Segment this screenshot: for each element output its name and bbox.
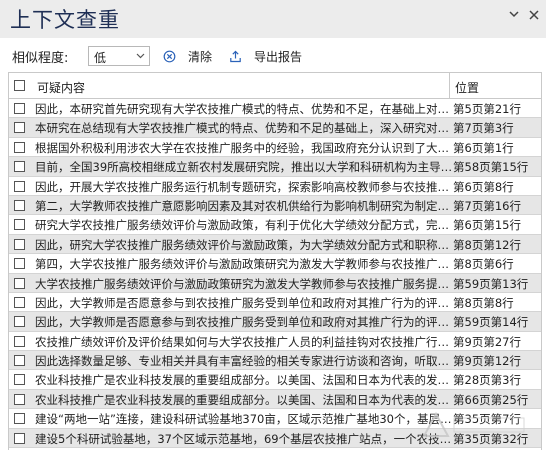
- clear-button[interactable]: 清除: [162, 46, 212, 66]
- toolbar: 相似程度: 低 清除 导出报告: [0, 38, 546, 74]
- row-checkbox[interactable]: [14, 296, 25, 308]
- row-checkbox[interactable]: [14, 103, 25, 114]
- row-checkbox[interactable]: [14, 122, 25, 134]
- table-row[interactable]: 农业科技推广是农业科技发展的重要组成部分。以美国、法国和日本为代表的发达... 第…: [9, 370, 541, 390]
- window-title: 上下文查重: [10, 8, 120, 32]
- export-report-button[interactable]: 导出报告: [228, 46, 302, 66]
- row-location: 第6页第1行: [453, 140, 514, 155]
- row-content: 根据国外积极利用涉农大学在农技推广服务中的经验，我国政府充分认识到了大学...: [35, 140, 453, 155]
- row-location: 第8页第6行: [453, 257, 514, 272]
- row-checkbox[interactable]: [14, 238, 25, 250]
- row-checkbox[interactable]: [14, 374, 25, 386]
- row-checkbox[interactable]: [14, 141, 25, 153]
- table-row[interactable]: 本研究在总结现有大学农技推广模式的特点、优势和不足的基础上，深入研究对大... 第…: [9, 118, 541, 138]
- row-location: 第58页第15行: [453, 160, 529, 175]
- row-content: 农技推广绩效评价及评价结果如何与大学农技推广人员的利益挂钩对农技推广行为的...: [35, 334, 453, 349]
- row-checkbox[interactable]: [14, 277, 25, 289]
- table-row[interactable]: 第二，大学教师农技推广意愿影响因素及其对农机供给行为影响机制研究为制定促... 第…: [9, 195, 541, 216]
- chevron-down-icon: [136, 48, 145, 67]
- table-row[interactable]: 目前，全国39所高校相继成立新农村发展研究院，推出以大学和科研机构为主导的...…: [9, 157, 541, 177]
- row-checkbox[interactable]: [14, 335, 25, 347]
- similarity-value: 低: [94, 51, 107, 65]
- close-icon[interactable]: [524, 6, 544, 26]
- table-row[interactable]: 建设“两地一站”连接，建设科研试验基地370亩，区域示范推广基地30个，基层农技…: [9, 409, 541, 429]
- row-checkbox[interactable]: [14, 180, 25, 192]
- row-content: 大学农技推广服务绩效评价与激励政策研究为激发大学教师参与农技推广服务提供...: [35, 276, 453, 291]
- row-location: 第66页第25行: [453, 392, 529, 407]
- row-location: 第8页第8行: [453, 295, 514, 310]
- row-location: 第59页第13行: [453, 276, 529, 291]
- row-location: 第9页第27行: [453, 334, 521, 349]
- table-row[interactable]: 农技推广绩效评价及评价结果如何与大学农技推广人员的利益挂钩对农技推广行为的...…: [9, 331, 541, 352]
- header-content: 可疑内容: [37, 81, 86, 95]
- row-location: 第28页第3行: [453, 373, 521, 388]
- row-location: 第35页第32行: [453, 431, 529, 446]
- select-all-checkbox[interactable]: [14, 80, 25, 91]
- table-row[interactable]: 因此，大学教师是否愿意参与到农技推广服务受到单位和政府对其推广行为的评价... 第…: [9, 292, 541, 313]
- row-content: 第四，大学农技推广服务绩效评价与激励政策研究为激发大学教师参与农技推广服...: [35, 257, 453, 272]
- row-location: 第7页第3行: [453, 121, 514, 136]
- row-checkbox[interactable]: [14, 413, 25, 425]
- export-upload-icon: [228, 49, 242, 63]
- table-body: 因此，本研究首先研究现有大学农技推广模式的特点、优势和不足，在基础上对大... 第…: [9, 99, 541, 449]
- clear-circle-icon: [162, 49, 176, 63]
- row-content: 因此，大学教师是否愿意参与到农技推广服务受到单位和政府对其推广行为的评价...: [35, 315, 453, 330]
- row-content: 目前，全国39所高校相继成立新农村发展研究院，推出以大学和科研机构为主导的...: [35, 160, 453, 175]
- row-content: 研究大学农技推广服务绩效评价与激励政策，有利于优化大学绩效分配方式，完善...: [35, 218, 453, 233]
- row-content: 因此，研究大学农技推广服务绩效评价与激励政策，为大学绩效分配方式和职称评...: [35, 237, 453, 252]
- table-row[interactable]: 大学农技推广服务绩效评价与激励政策研究为激发大学教师参与农技推广服务提供... 第…: [9, 273, 541, 293]
- row-checkbox[interactable]: [14, 258, 25, 270]
- table-row[interactable]: 因此，开展大学农技推广服务运行机制专题研究，探索影响高校教师参与农技推广... 第…: [9, 176, 541, 196]
- row-checkbox[interactable]: [14, 355, 25, 367]
- row-location: 第35页第7行: [453, 412, 521, 427]
- row-checkbox[interactable]: [14, 432, 25, 444]
- row-content: 建设“两地一站”连接，建设科研试验基地370亩，区域示范推广基地30个，基层农技…: [35, 412, 453, 427]
- export-label: 导出报告: [254, 49, 303, 64]
- similarity-select[interactable]: 低: [88, 46, 150, 66]
- table-row[interactable]: 因此，大学教师是否愿意参与到农技推广服务受到单位和政府对其推广行为的评价... 第…: [9, 312, 541, 332]
- row-content: 第二，大学教师农技推广意愿影响因素及其对农机供给行为影响机制研究为制定促...: [35, 198, 453, 213]
- header-location: 位置: [455, 81, 480, 95]
- row-checkbox[interactable]: [14, 316, 25, 328]
- table-row[interactable]: 第四，大学农技推广服务绩效评价与激励政策研究为激发大学教师参与农技推广服... 第…: [9, 254, 541, 274]
- row-content: 农业科技推广是农业科技发展的重要组成部分。以美国、法国和日本为代表的发达...: [35, 392, 453, 407]
- row-content: 建设5个科研试验基地，37个区域示范基地，69个基层农技推广站点，一个农技推广.…: [35, 431, 453, 446]
- row-content: 本研究在总结现有大学农技推广模式的特点、优势和不足的基础上，深入研究对大...: [35, 121, 453, 136]
- row-checkbox[interactable]: [14, 161, 25, 173]
- table-row[interactable]: 因此，研究大学农技推广服务绩效评价与激励政策，为大学绩效分配方式和职称评... 第…: [9, 234, 541, 255]
- title-bar: 上下文查重: [0, 0, 546, 38]
- row-location: 第5页第21行: [453, 102, 521, 116]
- row-location: 第6页第8行: [453, 179, 514, 194]
- table-row[interactable]: 因此，本研究首先研究现有大学农技推广模式的特点、优势和不足，在基础上对大... 第…: [9, 99, 541, 119]
- row-content: 因此，大学教师是否愿意参与到农技推广服务受到单位和政府对其推广行为的评价...: [35, 295, 453, 310]
- table-header: 可疑内容 位置: [9, 73, 541, 99]
- table-row[interactable]: 研究大学农技推广服务绩效评价与激励政策，有利于优化大学绩效分配方式，完善... 第…: [9, 215, 541, 235]
- results-table: 可疑内容 位置 因此，本研究首先研究现有大学农技推广模式的特点、优势和不足，在基…: [8, 72, 542, 450]
- row-location: 第59页第14行: [453, 315, 529, 330]
- table-row[interactable]: 根据国外积极利用涉农大学在农技推广服务中的经验，我国政府充分认识到了大学... 第…: [9, 137, 541, 158]
- row-location: 第8页第12行: [453, 237, 521, 252]
- similarity-label: 相似程度:: [12, 51, 69, 66]
- table-row[interactable]: 建设5个科研试验基地，37个区域示范基地，69个基层农技推广站点，一个农技推广.…: [9, 428, 541, 449]
- table-row[interactable]: 因此选择数量足够、专业相关并具有丰富经验的相关专家进行访谈和咨询，听取专... 第…: [9, 351, 541, 371]
- row-content: 因此，本研究首先研究现有大学农技推广模式的特点、优势和不足，在基础上对大...: [35, 102, 453, 116]
- row-checkbox[interactable]: [14, 393, 25, 405]
- row-content: 农业科技推广是农业科技发展的重要组成部分。以美国、法国和日本为代表的发达...: [35, 373, 453, 388]
- table-row[interactable]: 农业科技推广是农业科技发展的重要组成部分。以美国、法国和日本为代表的发达... 第…: [9, 389, 541, 410]
- row-checkbox[interactable]: [14, 199, 25, 211]
- menu-down-icon[interactable]: [504, 6, 524, 26]
- row-checkbox[interactable]: [14, 219, 25, 231]
- row-content: 因此选择数量足够、专业相关并具有丰富经验的相关专家进行访谈和咨询，听取专...: [35, 354, 453, 369]
- row-location: 第6页第15行: [453, 218, 521, 233]
- clear-label: 清除: [188, 49, 213, 64]
- row-location: 第9页第12行: [453, 354, 521, 369]
- row-content: 因此，开展大学农技推广服务运行机制专题研究，探索影响高校教师参与农技推广...: [35, 179, 453, 194]
- header-divider: [449, 73, 450, 98]
- row-location: 第7页第16行: [453, 198, 521, 213]
